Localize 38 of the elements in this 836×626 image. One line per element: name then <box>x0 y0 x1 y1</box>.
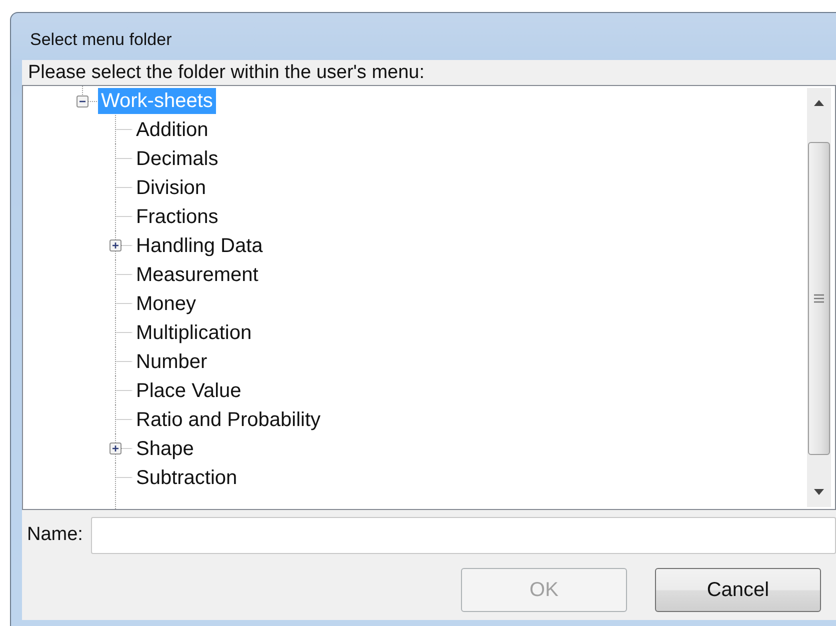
tree-line <box>115 173 132 202</box>
tree-item[interactable]: Subtraction <box>133 464 240 490</box>
dialog-button[interactable]: Cancel <box>655 568 821 612</box>
scroll-down-icon[interactable] <box>814 489 824 495</box>
tree-line <box>115 376 132 405</box>
tree-line <box>115 115 132 144</box>
tree-line <box>115 202 132 231</box>
tree-item[interactable]: Money <box>133 290 200 316</box>
tree-line <box>115 260 132 289</box>
tree-item[interactable]: Ratio and Probability <box>133 406 324 432</box>
tree-item[interactable]: Shape <box>133 436 197 462</box>
expand-icon[interactable] <box>110 240 122 252</box>
scrollbar[interactable] <box>807 88 831 507</box>
tree-line <box>82 86 98 102</box>
collapse-icon[interactable] <box>76 96 88 108</box>
scroll-thumb[interactable] <box>808 142 830 455</box>
tree-item[interactable]: Measurement <box>133 262 262 288</box>
tree-item[interactable]: Place Value <box>133 378 244 404</box>
tree-line <box>115 318 132 347</box>
tree-line <box>115 347 132 376</box>
tree-item[interactable]: Multiplication <box>133 320 255 346</box>
tree-line <box>115 289 132 318</box>
tree-item[interactable]: Division <box>133 174 210 200</box>
tree-item[interactable]: Addition <box>133 116 212 142</box>
tree-item[interactable]: Fractions <box>133 204 222 230</box>
tree-line <box>115 405 132 434</box>
expand-icon[interactable] <box>110 442 122 454</box>
prompt-text: Please select the folder within the user's menu: <box>28 62 425 83</box>
tree-item[interactable]: Handling Data <box>133 232 266 258</box>
scroll-up-icon[interactable] <box>814 100 824 106</box>
tree-item[interactable]: Number <box>133 348 210 374</box>
name-field[interactable] <box>90 516 836 554</box>
name-label: Name: <box>27 522 83 547</box>
tree-line <box>115 231 132 260</box>
tree-line <box>115 434 132 463</box>
tree-line <box>115 144 132 173</box>
tree-item[interactable]: Decimals <box>133 146 222 172</box>
window-title: Select menu folder <box>30 30 172 49</box>
